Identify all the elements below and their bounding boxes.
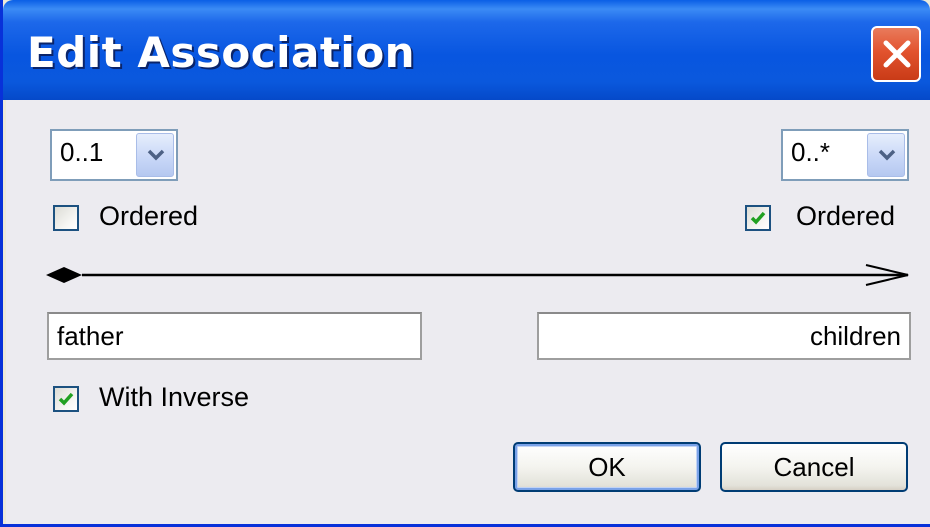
aggregation-diamond-icon bbox=[46, 267, 82, 283]
right-ordered-checkbox[interactable] bbox=[745, 205, 771, 231]
with-inverse-label: With Inverse bbox=[99, 382, 250, 412]
left-ordered-checkbox[interactable] bbox=[53, 205, 79, 231]
left-multiplicity-dropdown-button[interactable] bbox=[136, 133, 174, 177]
right-multiplicity-value: 0..* bbox=[791, 137, 831, 167]
right-ordered-label: Ordered bbox=[796, 201, 896, 231]
right-role-name-input[interactable] bbox=[539, 314, 909, 358]
dialog-title: Edit Association bbox=[27, 28, 416, 77]
with-inverse-checkbox[interactable] bbox=[53, 386, 79, 412]
close-icon bbox=[883, 40, 911, 68]
title-bar[interactable]: Edit Association bbox=[3, 0, 930, 100]
right-role-name-field[interactable] bbox=[537, 312, 911, 360]
dialog-body: 0..1 0..* Ordered Ordered father childre… bbox=[6, 100, 930, 524]
checkmark-icon bbox=[750, 211, 766, 225]
left-role-name-field[interactable] bbox=[47, 312, 422, 360]
association-line bbox=[46, 264, 909, 286]
left-ordered-label: Ordered bbox=[99, 201, 199, 231]
left-multiplicity-value: 0..1 bbox=[60, 137, 104, 167]
ok-button[interactable]: OK bbox=[513, 442, 701, 492]
right-multiplicity-select[interactable]: 0..* bbox=[781, 129, 909, 181]
left-multiplicity-select[interactable]: 0..1 bbox=[50, 129, 178, 181]
cancel-button[interactable]: Cancel bbox=[720, 442, 908, 492]
checkmark-icon bbox=[58, 392, 74, 406]
chevron-down-icon bbox=[878, 149, 896, 161]
edit-association-dialog: Edit Association 0..1 0..* Ordered Order… bbox=[0, 0, 930, 527]
chevron-down-icon bbox=[147, 149, 165, 161]
close-button[interactable] bbox=[871, 26, 921, 82]
left-role-name-input[interactable] bbox=[49, 314, 420, 358]
right-multiplicity-dropdown-button[interactable] bbox=[867, 133, 905, 177]
